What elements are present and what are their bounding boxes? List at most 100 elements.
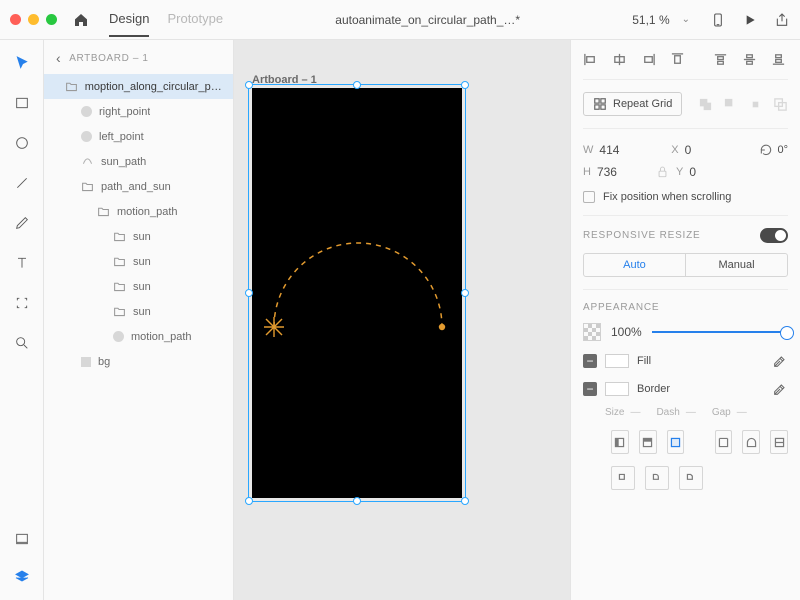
- share-icon[interactable]: [774, 12, 790, 28]
- responsive-toggle[interactable]: [760, 228, 788, 243]
- layer-row[interactable]: sun: [44, 299, 233, 324]
- line-tool[interactable]: [11, 172, 33, 194]
- h-label: H: [583, 166, 591, 178]
- artboard-tool[interactable]: [11, 292, 33, 314]
- layer-label: motion_path: [131, 331, 192, 343]
- w-label: W: [583, 144, 593, 156]
- resize-manual[interactable]: Manual: [685, 254, 787, 276]
- join-round-icon[interactable]: [645, 466, 669, 490]
- back-icon[interactable]: ‹: [56, 50, 61, 66]
- layer-label: moption_along_circular_pa…: [85, 81, 225, 93]
- folder-icon: [113, 230, 126, 243]
- lock-icon[interactable]: [657, 165, 668, 179]
- stroke-inner-icon[interactable]: [611, 430, 629, 454]
- boolean-ops: [698, 97, 788, 112]
- layer-row[interactable]: path_and_sun: [44, 174, 233, 199]
- exclude-icon[interactable]: [773, 97, 788, 112]
- layer-row[interactable]: left_point: [44, 124, 233, 149]
- play-icon[interactable]: [742, 12, 758, 28]
- intersect-icon[interactable]: [748, 97, 763, 112]
- align-left-icon[interactable]: [583, 52, 598, 67]
- pen-tool[interactable]: [11, 212, 33, 234]
- window-traffic-lights[interactable]: [10, 14, 57, 25]
- layer-label: sun_path: [101, 156, 146, 168]
- chevron-down-icon: ⌄: [682, 14, 690, 25]
- cap-butt-icon[interactable]: [715, 430, 733, 454]
- align-right-icon[interactable]: [641, 52, 656, 67]
- distribute-top-icon[interactable]: [713, 52, 728, 67]
- join-miter-icon[interactable]: [611, 466, 635, 490]
- layer-row[interactable]: sun: [44, 274, 233, 299]
- layer-row[interactable]: moption_along_circular_pa…: [44, 74, 233, 99]
- layer-label: right_point: [99, 106, 150, 118]
- dash-label: Dash: [656, 407, 679, 418]
- layer-label: bg: [98, 356, 110, 368]
- distribute-vcenter-icon[interactable]: [742, 52, 757, 67]
- zoom-tool[interactable]: [11, 332, 33, 354]
- layer-row[interactable]: motion_path: [44, 199, 233, 224]
- fix-position-label: Fix position when scrolling: [603, 191, 731, 203]
- stroke-center-icon[interactable]: [639, 430, 657, 454]
- subtract-icon[interactable]: [723, 97, 738, 112]
- stroke-outer-icon[interactable]: [667, 430, 685, 454]
- layer-row[interactable]: sun: [44, 249, 233, 274]
- border-remove-button[interactable]: −: [583, 382, 597, 396]
- fill-swatch[interactable]: [605, 354, 629, 368]
- opacity-checker-icon: [583, 323, 601, 341]
- height-input[interactable]: [597, 165, 633, 179]
- select-tool[interactable]: [11, 52, 33, 74]
- size-label: Size: [605, 407, 624, 418]
- selection-outline: [248, 84, 466, 502]
- assets-icon[interactable]: [11, 528, 33, 550]
- width-input[interactable]: [599, 143, 635, 157]
- ellipse-icon: [113, 331, 124, 342]
- repeat-grid-label: Repeat Grid: [613, 98, 672, 110]
- layers-heading: ARTBOARD – 1: [69, 53, 148, 64]
- layer-label: sun: [133, 306, 151, 318]
- folder-icon: [97, 205, 110, 218]
- device-preview-icon[interactable]: [710, 12, 726, 28]
- layer-row[interactable]: motion_path: [44, 324, 233, 349]
- eyedropper-icon[interactable]: [772, 381, 788, 397]
- tab-design[interactable]: Design: [109, 11, 149, 37]
- repeat-grid-button[interactable]: Repeat Grid: [583, 92, 682, 116]
- rectangle-tool[interactable]: [11, 92, 33, 114]
- align-hcenter-icon[interactable]: [612, 52, 627, 67]
- tab-prototype[interactable]: Prototype: [167, 11, 223, 37]
- text-tool[interactable]: [11, 252, 33, 274]
- opacity-slider[interactable]: [652, 331, 788, 333]
- union-icon[interactable]: [698, 97, 713, 112]
- layers-icon[interactable]: [11, 566, 33, 588]
- join-bevel-icon[interactable]: [679, 466, 703, 490]
- x-input[interactable]: [685, 143, 721, 157]
- resize-mode-segment[interactable]: Auto Manual: [583, 253, 788, 277]
- x-label: X: [671, 144, 678, 156]
- layers-list: moption_along_circular_pa… right_pointlef…: [44, 74, 233, 374]
- y-input[interactable]: [689, 165, 725, 179]
- home-icon[interactable]: [73, 12, 89, 28]
- canvas[interactable]: Artboard – 1: [234, 40, 570, 600]
- rectangle-icon: [81, 357, 91, 367]
- ellipse-icon: [81, 131, 92, 142]
- opacity-value[interactable]: 100%: [611, 325, 642, 339]
- zoom-control[interactable]: 51,1 % ⌄: [632, 13, 690, 27]
- align-top-icon[interactable]: [670, 52, 685, 67]
- ellipse-tool[interactable]: [11, 132, 33, 154]
- fix-position-checkbox[interactable]: [583, 191, 595, 203]
- distribute-bottom-icon[interactable]: [771, 52, 786, 67]
- folder-icon: [113, 280, 126, 293]
- appearance-title: APPEARANCE: [583, 302, 788, 313]
- layer-row[interactable]: right_point: [44, 99, 233, 124]
- layer-row[interactable]: sun: [44, 224, 233, 249]
- cap-round-icon[interactable]: [742, 430, 760, 454]
- layer-row[interactable]: sun_path: [44, 149, 233, 174]
- border-swatch[interactable]: [605, 382, 629, 396]
- cap-square-icon[interactable]: [770, 430, 788, 454]
- rotation-control[interactable]: 0°: [759, 143, 788, 157]
- layer-label: sun: [133, 231, 151, 243]
- eyedropper-icon[interactable]: [772, 353, 788, 369]
- fill-remove-button[interactable]: −: [583, 354, 597, 368]
- layer-row[interactable]: bg: [44, 349, 233, 374]
- resize-auto[interactable]: Auto: [584, 254, 685, 276]
- path-icon: [81, 154, 94, 170]
